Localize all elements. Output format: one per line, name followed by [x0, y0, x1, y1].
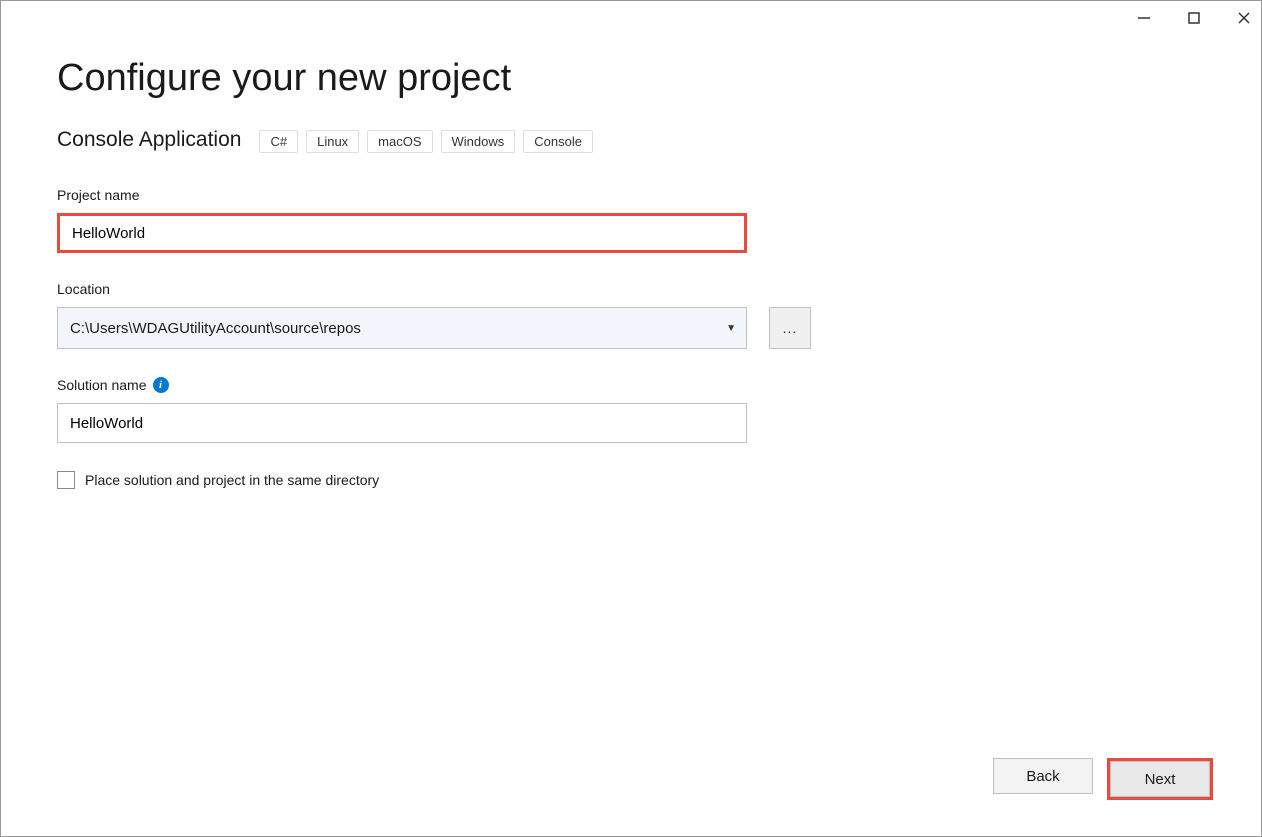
next-button[interactable]: Next: [1110, 761, 1210, 797]
page-title: Configure your new project: [57, 57, 1205, 100]
solution-name-label-text: Solution name: [57, 377, 147, 393]
location-label: Location: [57, 281, 1205, 297]
info-icon[interactable]: i: [153, 377, 169, 393]
same-directory-checkbox[interactable]: [57, 471, 75, 489]
template-tags: C# Linux macOS Windows Console: [259, 130, 593, 153]
solution-name-label: Solution name i: [57, 377, 1205, 393]
tag-csharp: C#: [259, 130, 298, 153]
location-value: C:\Users\WDAGUtilityAccount\source\repos: [70, 320, 726, 337]
template-name: Console Application: [57, 128, 241, 152]
solution-name-input[interactable]: [57, 403, 747, 443]
browse-button[interactable]: ...: [769, 307, 811, 349]
chevron-down-icon: ▼: [726, 323, 736, 334]
project-name-highlight: [57, 213, 747, 253]
minimize-button[interactable]: [1135, 9, 1153, 27]
maximize-button[interactable]: [1185, 9, 1203, 27]
tag-macos: macOS: [367, 130, 432, 153]
next-button-highlight: Next: [1107, 758, 1213, 800]
project-name-input[interactable]: [60, 216, 744, 250]
location-combo[interactable]: C:\Users\WDAGUtilityAccount\source\repos…: [57, 307, 747, 349]
back-button[interactable]: Back: [993, 758, 1093, 794]
project-name-label: Project name: [57, 187, 1205, 203]
same-directory-label: Place solution and project in the same d…: [85, 472, 379, 488]
close-button[interactable]: [1235, 9, 1253, 27]
tag-console: Console: [523, 130, 593, 153]
tag-linux: Linux: [306, 130, 359, 153]
tag-windows: Windows: [441, 130, 516, 153]
